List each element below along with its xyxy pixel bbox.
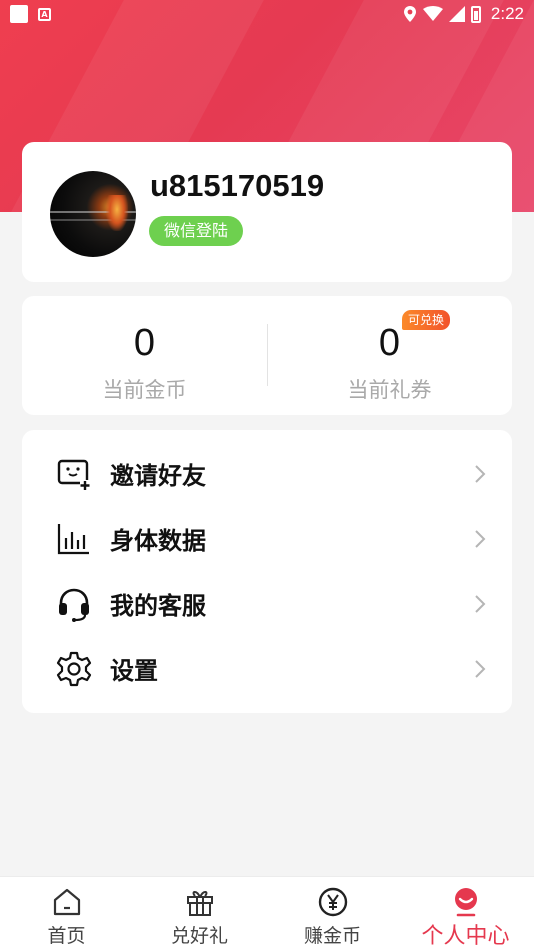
redeemable-badge: 可兑换 bbox=[402, 310, 451, 330]
signal-icon bbox=[448, 6, 465, 22]
tab-profile[interactable]: 个人中心 bbox=[399, 877, 532, 950]
tab-label-gifts: 兑好礼 bbox=[170, 925, 228, 947]
avatar[interactable] bbox=[50, 171, 136, 257]
gear-icon bbox=[56, 651, 92, 686]
app-notification-icon: A bbox=[38, 7, 51, 21]
home-icon bbox=[53, 888, 80, 916]
chevron-right-icon bbox=[475, 529, 486, 548]
yen-coin-icon bbox=[318, 887, 347, 917]
coupons-label: 当前礼券 bbox=[347, 378, 432, 402]
coins-stat[interactable]: 0 当前金币 bbox=[22, 296, 267, 415]
coupons-stat[interactable]: 0 当前礼券 bbox=[267, 296, 512, 415]
status-bar: A 2:22 bbox=[0, 0, 534, 28]
coins-label: 当前金币 bbox=[102, 378, 187, 402]
tab-gifts[interactable]: 兑好礼 bbox=[133, 877, 266, 950]
menu-label-settings: 设置 bbox=[110, 657, 158, 685]
coupons-value: 0 bbox=[378, 322, 401, 364]
status-time: 2:22 bbox=[490, 4, 524, 23]
tab-label-home: 首页 bbox=[47, 925, 86, 947]
menu-label-invite: 邀请好友 bbox=[110, 462, 206, 490]
bottom-tab-bar: 首页 兑好礼 赚金币 个人中心 bbox=[0, 876, 534, 950]
menu-card: 邀请好友 身体数据 我的客服 设置 bbox=[22, 430, 512, 713]
headset-icon bbox=[59, 588, 89, 622]
menu-item-body-data[interactable]: 身体数据 bbox=[22, 506, 512, 571]
location-icon bbox=[403, 6, 416, 22]
login-method-badge: 微信登陆 bbox=[149, 216, 244, 246]
chevron-right-icon bbox=[475, 594, 486, 613]
wifi-icon bbox=[422, 6, 443, 21]
chart-icon bbox=[57, 523, 89, 554]
menu-label-customer-service: 我的客服 bbox=[110, 592, 206, 620]
menu-item-invite-friends[interactable]: 邀请好友 bbox=[22, 441, 512, 506]
menu-item-customer-service[interactable]: 我的客服 bbox=[22, 571, 512, 636]
tab-label-earn-coins: 赚金币 bbox=[303, 925, 361, 947]
profile-card: u815170519 微信登陆 bbox=[22, 142, 512, 282]
menu-item-settings[interactable]: 设置 bbox=[22, 636, 512, 701]
coins-value: 0 bbox=[133, 322, 156, 364]
profile-icon bbox=[454, 888, 477, 917]
tab-label-profile: 个人中心 bbox=[421, 924, 510, 949]
battery-icon bbox=[470, 5, 481, 23]
chevron-right-icon bbox=[475, 464, 486, 483]
stats-card: 0 当前金币 0 当前礼券 可兑换 bbox=[22, 296, 512, 415]
tab-home[interactable]: 首页 bbox=[0, 877, 133, 950]
notification-icon bbox=[10, 5, 28, 23]
tab-earn-coins[interactable]: 赚金币 bbox=[266, 877, 399, 950]
chevron-right-icon bbox=[475, 659, 486, 678]
username: u815170519 bbox=[150, 168, 325, 203]
menu-label-body-data: 身体数据 bbox=[110, 527, 206, 555]
gift-icon bbox=[186, 891, 213, 916]
invite-icon bbox=[57, 459, 90, 490]
